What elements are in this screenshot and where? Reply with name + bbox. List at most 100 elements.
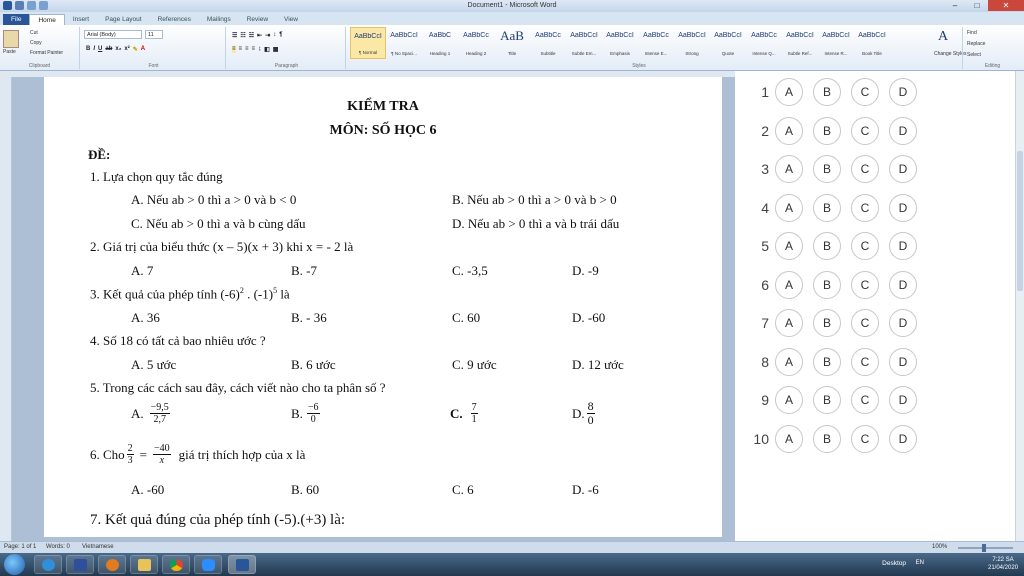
answer-bubble-c[interactable]: C — [851, 155, 879, 183]
answer-bubble-a[interactable]: A — [775, 347, 803, 376]
tab-insert[interactable]: Insert — [65, 14, 97, 25]
paste-icon[interactable] — [3, 30, 19, 48]
close-button[interactable]: ✕ — [988, 0, 1024, 11]
find-button[interactable]: Find — [967, 30, 977, 36]
tray-language[interactable]: EN — [916, 560, 924, 566]
tab-view[interactable]: View — [276, 14, 306, 25]
zoom-slider-knob[interactable] — [982, 544, 986, 552]
answer-bubble-d[interactable]: D — [889, 232, 917, 260]
increase-indent-icon[interactable]: ⇥ — [265, 32, 270, 39]
answer-bubble-c[interactable]: C — [851, 232, 879, 260]
multilevel-list-icon[interactable]: ☱ — [249, 32, 254, 39]
answer-bubble-a[interactable]: A — [775, 193, 803, 222]
answer-bubble-b[interactable]: B — [813, 309, 841, 337]
answer-bubble-a[interactable]: A — [775, 155, 803, 183]
taskbar-zoom[interactable] — [194, 555, 222, 574]
tab-file[interactable]: File — [3, 14, 30, 25]
strikethrough-icon[interactable]: ab — [105, 46, 112, 53]
answer-bubble-b[interactable]: B — [813, 78, 841, 106]
subscript-icon[interactable]: x₂ — [115, 46, 121, 53]
taskbar-word[interactable] — [228, 555, 256, 574]
taskbar-explorer[interactable] — [130, 555, 158, 574]
vertical-scrollbar[interactable] — [1015, 71, 1024, 541]
answer-bubble-b[interactable]: B — [813, 232, 841, 260]
answer-bubble-d[interactable]: D — [889, 155, 917, 183]
answer-bubble-a[interactable]: A — [775, 309, 803, 337]
style-item[interactable]: AaB Title — [494, 27, 530, 59]
line-spacing-icon[interactable]: ↨ — [258, 46, 261, 53]
answer-bubble-c[interactable]: C — [851, 193, 879, 222]
taskbar-media[interactable] — [98, 555, 126, 574]
shading-icon[interactable]: ◧ — [264, 46, 270, 53]
answer-bubble-b[interactable]: B — [813, 155, 841, 183]
style-item[interactable]: AaBbCcI Quote — [710, 27, 746, 59]
status-words[interactable]: Words: 0 — [46, 544, 70, 550]
format-painter-button[interactable]: Format Painter — [30, 50, 63, 56]
answer-bubble-d[interactable]: D — [889, 270, 917, 299]
answer-bubble-c[interactable]: C — [851, 386, 879, 414]
start-button[interactable] — [4, 554, 25, 575]
align-left-icon[interactable]: ≡ — [232, 46, 236, 53]
font-size-select[interactable]: 11 — [145, 30, 163, 39]
minimize-button[interactable]: – — [944, 0, 966, 11]
superscript-icon[interactable]: x² — [124, 46, 129, 53]
answer-bubble-a[interactable]: A — [775, 78, 803, 106]
answer-bubble-b[interactable]: B — [813, 424, 841, 453]
answer-bubble-b[interactable]: B — [813, 116, 841, 145]
decrease-indent-icon[interactable]: ⇤ — [257, 32, 262, 39]
answer-bubble-d[interactable]: D — [889, 116, 917, 145]
style-item[interactable]: AaBbCcI Book Title — [854, 27, 890, 59]
style-item[interactable]: AaBbCcI Strong — [674, 27, 710, 59]
align-center-icon[interactable]: ≡ — [239, 46, 243, 53]
numbering-icon[interactable]: ☷ — [240, 32, 245, 39]
answer-bubble-b[interactable]: B — [813, 386, 841, 414]
bold-icon[interactable]: B — [86, 46, 90, 53]
replace-button[interactable]: Replace — [967, 41, 985, 47]
answer-bubble-b[interactable]: B — [813, 347, 841, 376]
answer-bubble-a[interactable]: A — [775, 116, 803, 145]
bullets-icon[interactable]: ☰ — [232, 32, 237, 39]
answer-bubble-a[interactable]: A — [775, 386, 803, 414]
answer-bubble-c[interactable]: C — [851, 309, 879, 337]
style-item[interactable]: AaBbCcI Subtle Ref... — [782, 27, 818, 59]
style-item[interactable]: AaBbCc Intense Q... — [746, 27, 782, 59]
taskbar-ie[interactable] — [34, 555, 62, 574]
align-right-icon[interactable]: ≡ — [245, 46, 249, 53]
copy-button[interactable]: Copy — [30, 40, 42, 46]
text-highlight-icon[interactable]: ✎ — [133, 46, 138, 53]
tray-desktop[interactable]: Desktop — [882, 560, 906, 567]
answer-bubble-d[interactable]: D — [889, 309, 917, 337]
select-button[interactable]: Select — [967, 52, 981, 58]
answer-bubble-c[interactable]: C — [851, 78, 879, 106]
paste-button[interactable]: Paste — [3, 49, 16, 55]
answer-bubble-c[interactable]: C — [851, 424, 879, 453]
style-item[interactable]: AaBbCc Intense E... — [638, 27, 674, 59]
tab-review[interactable]: Review — [239, 14, 276, 25]
style-item[interactable]: AaBbCcI Subtle Em... — [566, 27, 602, 59]
answer-bubble-d[interactable]: D — [889, 347, 917, 376]
style-item[interactable]: AaBbCc Subtitle — [530, 27, 566, 59]
zoom-slider[interactable] — [958, 544, 1013, 552]
answer-bubble-b[interactable]: B — [813, 270, 841, 299]
answer-bubble-c[interactable]: C — [851, 116, 879, 145]
tab-home[interactable]: Home — [29, 14, 65, 25]
answer-bubble-c[interactable]: C — [851, 347, 879, 376]
answer-bubble-a[interactable]: A — [775, 424, 803, 453]
pilcrow-icon[interactable]: ¶ — [279, 32, 282, 39]
italic-icon[interactable]: I — [93, 46, 95, 53]
status-page[interactable]: Page: 1 of 1 — [4, 544, 36, 550]
cut-button[interactable]: Cut — [30, 30, 38, 36]
borders-icon[interactable]: ▦ — [273, 46, 279, 53]
underline-icon[interactable]: U — [98, 46, 102, 53]
scrollbar-thumb[interactable] — [1017, 151, 1023, 291]
style-item[interactable]: AaBbCcI Intense R... — [818, 27, 854, 59]
answer-bubble-c[interactable]: C — [851, 270, 879, 299]
tab-mailings[interactable]: Mailings — [199, 14, 239, 25]
tab-page-layout[interactable]: Page Layout — [97, 14, 150, 25]
change-styles-icon[interactable]: A — [938, 29, 952, 47]
answer-bubble-a[interactable]: A — [775, 232, 803, 260]
answer-bubble-d[interactable]: D — [889, 386, 917, 414]
vertical-ruler[interactable] — [0, 77, 12, 541]
answer-bubble-a[interactable]: A — [775, 270, 803, 299]
style-item[interactable]: AaBbCcI ¶ Normal — [350, 27, 386, 59]
